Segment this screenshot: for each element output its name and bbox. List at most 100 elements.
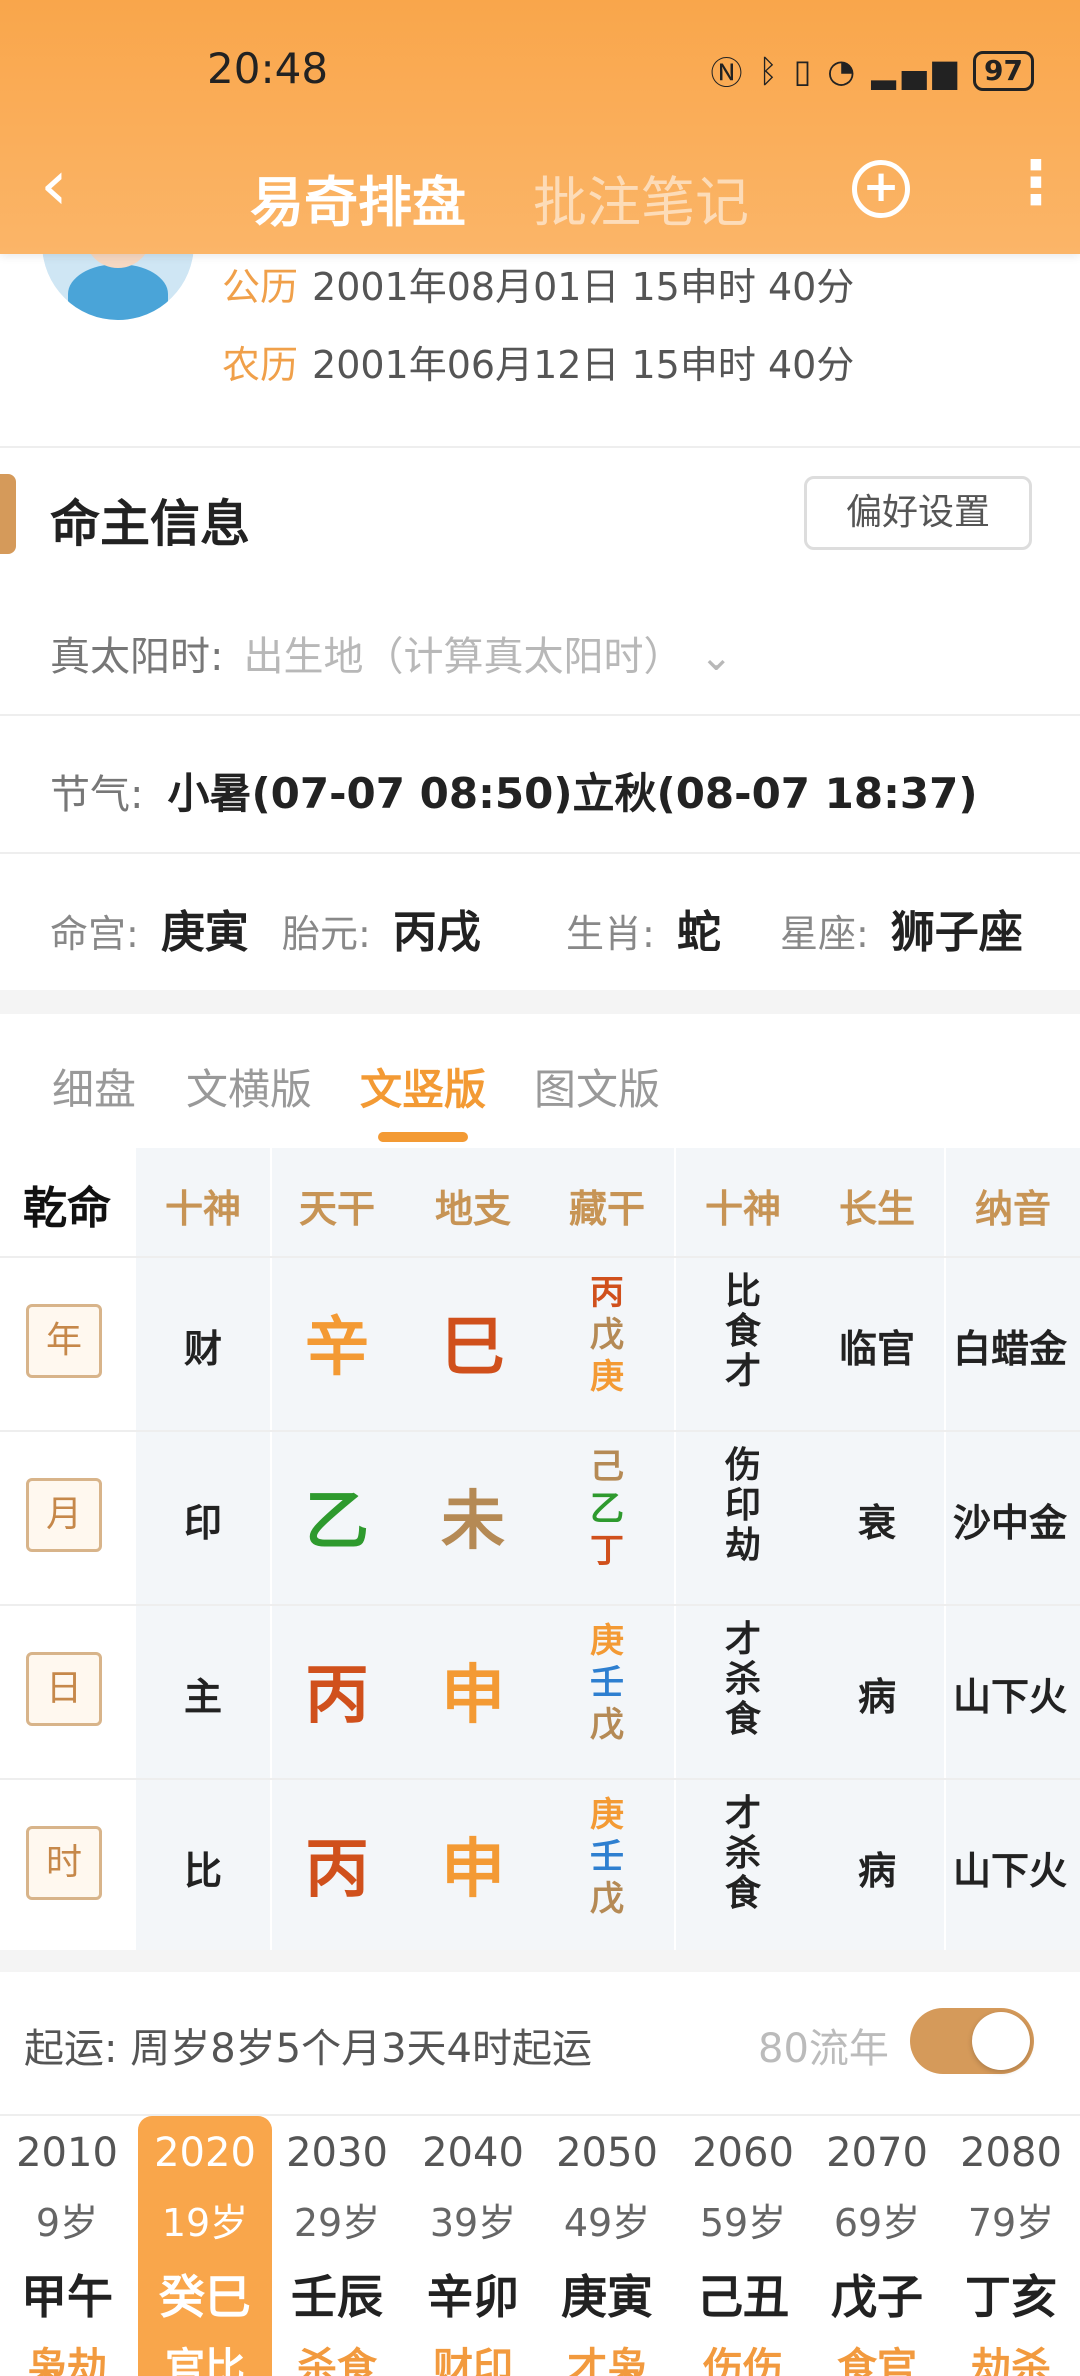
- header-canggan: 藏干: [568, 1187, 645, 1231]
- tab-tuwen[interactable]: 图文版: [534, 1056, 660, 1117]
- bazi-chart: 乾命 十神 天干 地支 藏干 十神 长生 纳音 年 财 辛 巳 丙 戊 庚 比食…: [0, 1148, 1080, 1950]
- divider: [0, 714, 1080, 716]
- tab-wenheng[interactable]: 文横版: [186, 1056, 312, 1117]
- toggle-knob: [972, 2012, 1030, 2070]
- vibrate-icon: ▯: [793, 52, 818, 90]
- tiangan-cell: 丙: [305, 1659, 369, 1733]
- section-title: 命主信息: [50, 495, 250, 553]
- top-nav: ‹ 易奇排盘 批注笔记 + ⋮: [0, 140, 1080, 240]
- divider: [0, 852, 1080, 854]
- nongli-label: 农历: [222, 343, 299, 387]
- app-header: 20:48 Ⓝ ᛒ ▯ ◔ ▂▄▆ 97 ‹ 易奇排盘 批注笔记 + ⋮: [0, 0, 1080, 254]
- pillar-month[interactable]: 月: [26, 1478, 102, 1552]
- section-gap: [0, 990, 1080, 1014]
- signal-icon: ▂▄▆: [871, 52, 964, 90]
- shishen-cell: 印: [183, 1501, 222, 1545]
- dizhi-cell: 申: [441, 1833, 505, 1907]
- tab-wenshu[interactable]: 文竖版: [360, 1056, 486, 1117]
- nongli-value: 2001年06月12日 15申时 40分: [312, 343, 855, 387]
- header-tiangan: 天干: [298, 1187, 375, 1231]
- status-time: 20:48: [207, 44, 329, 93]
- shishen-cell: 比: [183, 1849, 222, 1893]
- canggan-cell: 庚 壬 戊: [590, 1795, 624, 1919]
- shengxiao-value: 蛇: [676, 907, 721, 958]
- changsheng-cell: 病: [857, 1849, 896, 1893]
- changsheng-cell: 临官: [838, 1327, 915, 1371]
- dayun-item[interactable]: 2070 69岁 戊子 食官: [810, 2116, 944, 2376]
- dayun-item[interactable]: 2030 29岁 壬辰 杀食: [270, 2116, 404, 2376]
- chevron-down-icon[interactable]: ⌄: [699, 634, 733, 680]
- taiyuan: 胎元: 丙戌: [282, 907, 481, 958]
- dayun-item[interactable]: 2010 9岁 甲午 枭劫: [0, 2116, 134, 2376]
- bluetooth-icon: ᛒ: [758, 52, 784, 90]
- xingzuo-value: 狮子座: [890, 907, 1023, 958]
- tab-paipan[interactable]: 易奇排盘: [250, 158, 466, 237]
- tiangan-cell: 丙: [305, 1833, 369, 1907]
- nayin-cell: 沙中金: [952, 1501, 1067, 1545]
- canggan-cell: 己 乙 丁: [590, 1447, 624, 1571]
- section-marker: [0, 474, 16, 554]
- gongli-label: 公历: [222, 265, 299, 309]
- section-gap: [0, 1950, 1080, 1972]
- tab-notes[interactable]: 批注笔记: [533, 158, 749, 237]
- nayin-cell: 山下火: [952, 1675, 1067, 1719]
- tab-indicator: [378, 1132, 468, 1142]
- shishen-cell: 财: [183, 1327, 222, 1371]
- add-icon[interactable]: +: [852, 160, 910, 218]
- back-button[interactable]: ‹: [40, 150, 68, 220]
- dayun-item[interactable]: 2060 59岁 己丑 伤伤: [676, 2116, 810, 2376]
- nfc-icon: Ⓝ: [710, 54, 749, 92]
- header-qianming: 乾命: [23, 1183, 111, 1234]
- dayun-item[interactable]: 2040 39岁 辛卯 财印: [406, 2116, 540, 2376]
- changsheng-cell: 衰: [857, 1501, 896, 1545]
- canggan-shishen-cell: 才杀食: [724, 1793, 761, 1914]
- tiangan-cell: 乙: [305, 1485, 369, 1559]
- tab-xipan[interactable]: 细盘: [52, 1056, 136, 1117]
- canggan-cell: 丙 戊 庚: [590, 1273, 624, 1397]
- canggan-shishen-cell: 比食才: [724, 1271, 761, 1392]
- tiangan-cell: 辛: [305, 1311, 369, 1385]
- gongli-value: 2001年08月01日 15申时 40分: [312, 265, 855, 309]
- status-icons: Ⓝ ᛒ ▯ ◔ ▂▄▆ 97: [710, 48, 1034, 94]
- minggong: 命宫: 庚寅: [50, 907, 249, 958]
- dayun-list: 2010 9岁 甲午 枭劫 2020 19岁 癸巳 官比 2030 29岁 壬辰 杀食 2040 3…: [0, 2114, 1080, 2376]
- header-nayin: 纳音: [974, 1187, 1051, 1231]
- header-shishen: 十神: [164, 1187, 241, 1231]
- qiyun-row: 起运: 周岁8岁5个月3天4时起运: [24, 2016, 592, 2074]
- header-changsheng: 长生: [838, 1187, 915, 1231]
- nongli-row: 农历 2001年06月12日 15申时 40分: [222, 334, 854, 389]
- gongli-row: 公历 2001年08月01日 15申时 40分: [222, 256, 854, 311]
- header-shishen2: 十神: [704, 1187, 781, 1231]
- xingzuo: 星座: 狮子座: [780, 907, 1023, 958]
- dizhi-cell: 巳: [441, 1311, 505, 1385]
- divider: [0, 446, 1080, 448]
- header-dizhi: 地支: [434, 1187, 511, 1231]
- dizhi-cell: 未: [441, 1485, 505, 1559]
- more-icon[interactable]: ⋮: [1006, 148, 1066, 218]
- jieqi-row: 节气: 小暑(07-07 08:50)立秋(08-07 18:37): [50, 760, 978, 821]
- pillar-day[interactable]: 日: [26, 1652, 102, 1726]
- shishen-cell: 主: [183, 1675, 222, 1719]
- liunian-label: 80流年: [758, 2026, 889, 2072]
- pillar-year[interactable]: 年: [26, 1304, 102, 1378]
- dayun-item-active[interactable]: 2020 19岁 癸巳 官比: [138, 2116, 272, 2376]
- liunian-toggle[interactable]: [910, 2008, 1034, 2074]
- qiyun-value: 周岁8岁5个月3天4时起运: [130, 2026, 592, 2072]
- jieqi-label: 节气:: [50, 772, 144, 818]
- birthplace-select[interactable]: 出生地（计算真太阳时）: [243, 634, 683, 680]
- canggan-shishen-cell: 才杀食: [724, 1619, 761, 1740]
- changsheng-cell: 病: [857, 1675, 896, 1719]
- nayin-cell: 白蜡金: [952, 1327, 1067, 1371]
- minggong-value: 庚寅: [160, 907, 249, 958]
- battery-icon: 97: [973, 51, 1034, 91]
- solar-time-row[interactable]: 真太阳时: 出生地（计算真太阳时） ⌄: [50, 624, 733, 682]
- dayun-item[interactable]: 2050 49岁 庚寅 才枭: [540, 2116, 674, 2376]
- pillar-hour[interactable]: 时: [26, 1826, 102, 1900]
- jieqi-value: 小暑(07-07 08:50)立秋(08-07 18:37): [167, 769, 978, 818]
- taiyuan-value: 丙戌: [392, 907, 481, 958]
- qiyun-label: 起运:: [24, 2026, 118, 2072]
- solar-time-label: 真太阳时:: [50, 634, 224, 680]
- preference-button[interactable]: 偏好设置: [804, 476, 1032, 550]
- dizhi-cell: 申: [441, 1659, 505, 1733]
- dayun-item[interactable]: 2080 79岁 丁亥 劫杀: [944, 2116, 1078, 2376]
